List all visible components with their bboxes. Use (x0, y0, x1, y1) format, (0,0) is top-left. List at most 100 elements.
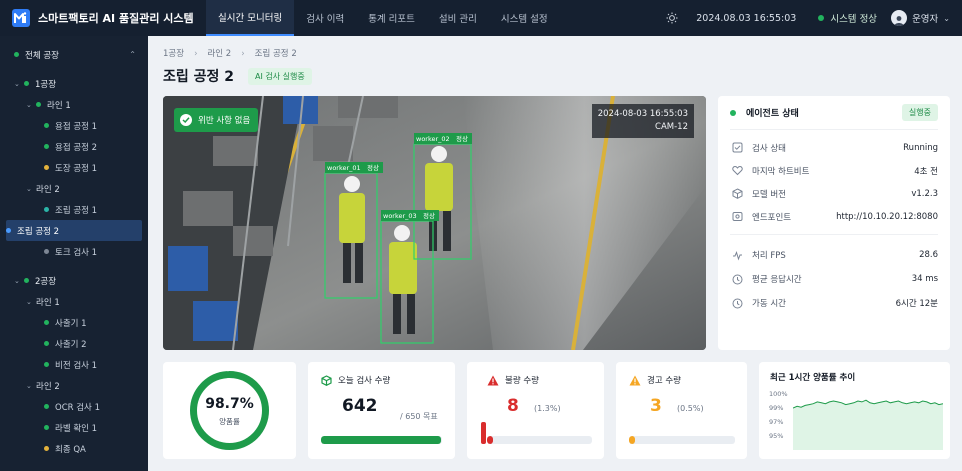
chevron-up-icon[interactable]: ⌃ (129, 50, 136, 59)
breadcrumb-item[interactable]: 라인 2 (207, 49, 231, 59)
tree-process-label: 조립 공정 1 (55, 205, 98, 216)
inspection-progress (321, 436, 442, 444)
logo-icon (12, 9, 30, 27)
warning-title: 경고 수량 (647, 376, 681, 386)
agent-row-label: 검사 상태 (752, 143, 786, 154)
warning-progress (629, 436, 735, 444)
nav-tab-equipment[interactable]: 설비 관리 (427, 0, 489, 36)
agent-status-badge: 실행중 (901, 104, 938, 121)
tree-process[interactable]: OCR 검사 1 (0, 396, 148, 417)
status-dot-icon (44, 249, 49, 254)
warning-value: 3 (650, 396, 662, 416)
tree-process[interactable]: 라벨 확인 1 (0, 417, 148, 438)
defect-progress-fill (487, 436, 494, 444)
y-tick-label: 100% (769, 390, 788, 398)
sun-icon[interactable] (666, 12, 678, 24)
tree-line[interactable]: ⌄ 라인 2 (0, 178, 148, 199)
violation-status-badge: 위반 사항 없음 (174, 108, 259, 132)
agent-row-value: 4초 전 (914, 166, 938, 177)
detection-state: 정상 (423, 211, 435, 220)
tree-process-label: 토크 검사 1 (55, 247, 98, 258)
warning-triangle-icon (629, 375, 641, 386)
search-check-icon (730, 142, 744, 153)
main-nav: 실시간 모니터링 검사 이력 통계 리포트 설비 관리 시스템 설정 (206, 0, 560, 36)
tree-line[interactable]: ⌄ 라인 2 (0, 375, 148, 396)
tree-line[interactable]: ⌄ 라인 1 (0, 94, 148, 115)
inspection-count-card: 오늘 검사 수량 642 / 650 목표 (308, 362, 455, 459)
agent-metric-label: 평균 응답시간 (752, 275, 802, 285)
agent-status-panel: 에이전트 상태 실행중 검사 상태 Running 마지막 하트비트 4초 전 … (718, 96, 950, 350)
chevron-down-icon: ⌄ (26, 297, 32, 306)
agent-row-value: http://10.10.20.12:8080 (836, 211, 938, 222)
tree-factory-1[interactable]: ⌄ 1공장 (0, 73, 148, 94)
trend-area (793, 400, 943, 450)
cube-icon (730, 188, 744, 199)
agent-metric-value: 34 ms (911, 274, 938, 284)
nav-tab-settings[interactable]: 시스템 설정 (489, 0, 560, 36)
status-dot-icon (818, 15, 825, 21)
tree-process[interactable]: 사출기 2 (0, 333, 148, 354)
brand[interactable]: 스마트팩토리 AI 품질관리 시스템 (0, 9, 206, 27)
status-dot-icon (24, 278, 29, 283)
camera-timestamp: 2024-08-03 16:55:03 (597, 109, 688, 119)
tree-process[interactable]: 사출기 1 (0, 312, 148, 333)
system-status: 시스템 정상 (818, 11, 877, 25)
tree-process-selected[interactable]: 조립 공정 2 (6, 220, 142, 241)
chevron-down-icon: ⌄ (26, 381, 32, 390)
tree-process-label: 조립 공정 2 (17, 226, 60, 237)
tree-process[interactable]: 최종 QA (0, 438, 148, 459)
detection-label: worker_01 (327, 164, 361, 172)
page-title: 조립 공정 2 (163, 69, 235, 85)
tree-process-label: 라벨 확인 1 (55, 423, 98, 434)
tree-process[interactable]: 도장 공정 1 (0, 157, 148, 178)
tree-process[interactable]: 용접 공정 2 (0, 136, 148, 157)
tree-line[interactable]: ⌄ 라인 1 (0, 291, 148, 312)
status-dot-icon (44, 165, 49, 170)
inspection-value: 642 (342, 396, 378, 416)
agent-row-value: v1.2.3 (911, 188, 938, 199)
breadcrumb-current: 조립 공정 2 (254, 49, 297, 59)
tree-root[interactable]: 전체 공장 ⌃ (0, 44, 148, 65)
agent-title: 에이전트 상태 (746, 109, 799, 119)
nav-tab-history[interactable]: 검사 이력 (294, 0, 356, 36)
defect-title: 불량 수량 (505, 376, 539, 386)
chevron-right-icon: › (194, 49, 198, 59)
status-dot-icon (6, 228, 11, 233)
inspection-title: 오늘 검사 수량 (338, 376, 391, 386)
tree-process[interactable]: 비전 검사 1 (0, 354, 148, 375)
tree-process[interactable]: 조립 공정 1 (0, 199, 148, 220)
tree-process-label: 용접 공정 2 (55, 142, 98, 153)
y-tick-label: 99% (769, 404, 784, 412)
nav-tab-realtime[interactable]: 실시간 모니터링 (206, 0, 295, 36)
breadcrumb-item[interactable]: 1공장 (163, 49, 184, 59)
tree-line-label: 라인 1 (36, 297, 60, 308)
app-title: 스마트팩토리 AI 품질관리 시스템 (38, 12, 194, 25)
status-dot-icon (44, 320, 49, 325)
user-menu[interactable]: 운영자 ⌄ (891, 10, 950, 26)
chevron-down-icon: ⌄ (943, 13, 950, 23)
defect-progress (487, 436, 592, 444)
tree-factory-label: 2공장 (35, 276, 57, 287)
chevron-right-icon: › (241, 49, 245, 59)
agent-metric-row: 처리 FPS 28.6 (730, 243, 938, 267)
clock-icon (730, 298, 744, 309)
pulse-icon (730, 250, 744, 261)
status-dot-icon (44, 425, 49, 430)
alert-triangle-icon (487, 375, 499, 386)
camera-feed[interactable]: worker_01 정상 worker_02 정상 worker_03 정상 위… (163, 96, 706, 350)
tree-process[interactable]: 토크 검사 1 (0, 241, 148, 262)
agent-row: 마지막 하트비트 4초 전 (730, 159, 938, 182)
status-dot-icon (44, 123, 49, 128)
tree-process[interactable]: 용접 공정 1 (0, 115, 148, 136)
tree-factory-2[interactable]: ⌄ 2공장 (0, 270, 148, 291)
trend-title: 최근 1시간 양품률 추이 (770, 373, 856, 383)
yield-card: 98.7% 양품률 (163, 362, 296, 459)
system-status-text: 시스템 정상 (830, 14, 878, 25)
tree-process-label: 사출기 1 (55, 318, 87, 329)
agent-metric-value: 6시간 12분 (895, 299, 938, 309)
nav-tab-reports[interactable]: 통계 리포트 (356, 0, 427, 36)
box-icon (321, 374, 332, 386)
warning-count-card: 경고 수량 3 (0.5%) (616, 362, 747, 459)
detection-state: 정상 (456, 134, 468, 143)
tree-process-label: 비전 검사 1 (55, 360, 98, 371)
